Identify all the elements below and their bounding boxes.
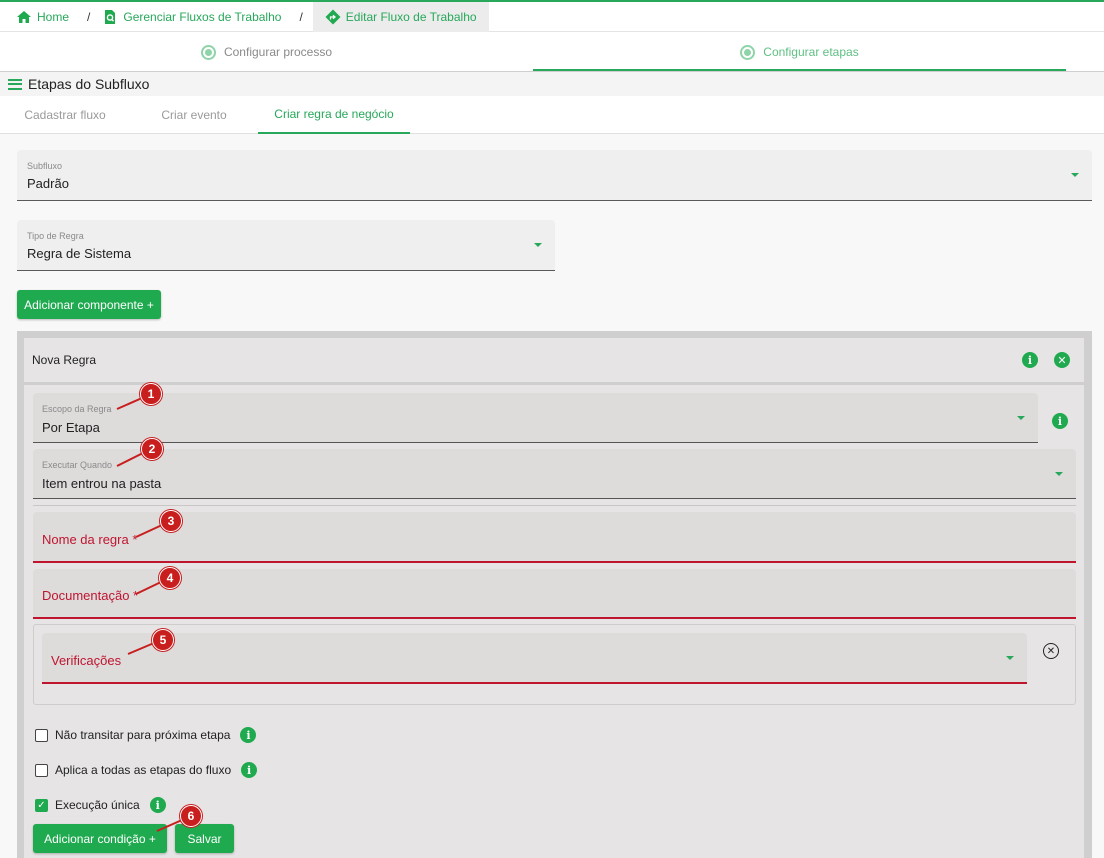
chevron-down-icon (1055, 472, 1063, 476)
verifications-placeholder: Verificações (51, 653, 122, 668)
divider (33, 505, 1076, 506)
breadcrumb-home-label: Home (37, 9, 70, 24)
save-button[interactable]: Salvar (175, 824, 234, 853)
info-icon[interactable]: i (1022, 352, 1038, 368)
annotation-marker: 1 (140, 383, 162, 405)
checkbox-checked-icon[interactable]: ✓ (35, 798, 48, 812)
annotation-marker: 6 (180, 805, 202, 827)
chevron-down-icon (534, 243, 542, 247)
step-configure-process[interactable]: Configurar processo (0, 32, 533, 72)
breadcrumb-edit-workflow[interactable]: Editar Fluxo de Trabalho (312, 1, 489, 32)
tab-create-business-rule[interactable]: Criar regra de negócio (258, 96, 410, 134)
step-label: Configurar etapas (763, 45, 859, 59)
rule-type-label: Tipo de Regra (27, 231, 84, 241)
execute-when-label: Executar Quando (42, 460, 113, 470)
checkbox-no-transition[interactable]: Não transitar para próxima etapa i (35, 727, 257, 743)
breadcrumb-edit-workflow-label: Editar Fluxo de Trabalho (345, 9, 477, 24)
rule-panel-header: Nova Regra (24, 338, 1084, 382)
search-doc-icon (105, 9, 116, 24)
chevron-down-icon (1071, 173, 1079, 177)
info-icon[interactable]: i (240, 727, 257, 743)
info-icon[interactable]: i (1052, 413, 1068, 429)
annotation-marker: 2 (141, 438, 163, 460)
subflow-value: Padrão (27, 176, 69, 191)
subflow-select[interactable]: Subfluxo Padrão (17, 150, 1092, 201)
checkbox-apply-all-stages[interactable]: Aplica a todas as etapas do fluxo i (35, 762, 258, 778)
checkbox-label: Aplica a todas as etapas do fluxo (55, 763, 232, 777)
rule-title: Nova Regra (32, 353, 97, 367)
breadcrumb-manage-workflows-label: Gerenciar Fluxos de Trabalho (123, 9, 282, 24)
breadcrumb: Home / Gerenciar Fluxos de Trabalho / Ed… (0, 1, 1104, 32)
execute-when-select[interactable]: Executar Quando Item entrou na pasta (33, 449, 1076, 499)
verifications-select[interactable]: Verificações (42, 633, 1027, 684)
tab-bar: Cadastrar fluxo Criar evento Criar regra… (0, 96, 1104, 134)
chevron-down-icon (1017, 416, 1025, 420)
route-icon (325, 9, 341, 24)
step-label: Configurar processo (223, 45, 333, 59)
section-title: Etapas do Subfluxo (28, 76, 150, 92)
breadcrumb-manage-workflows[interactable]: Gerenciar Fluxos de Trabalho (100, 2, 289, 32)
checkbox-label: Execução única (55, 798, 140, 812)
rule-type-value: Regra de Sistema (27, 246, 132, 261)
home-icon (17, 10, 31, 23)
info-icon[interactable]: i (149, 797, 166, 813)
annotation-marker: 3 (160, 510, 182, 532)
rule-scope-select[interactable]: Escopo da Regra Por Etapa (33, 393, 1038, 443)
checkbox-single-execution[interactable]: ✓ Execução única i (35, 797, 166, 813)
rule-scope-label: Escopo da Regra (42, 404, 112, 414)
breadcrumb-separator: / (87, 9, 91, 24)
breadcrumb-home[interactable]: Home (14, 2, 77, 32)
add-component-button[interactable]: Adicionar componente + (17, 290, 161, 319)
annotation-marker: 5 (152, 629, 174, 651)
close-rule-icon[interactable]: ✕ (1054, 352, 1070, 368)
remove-verification-icon[interactable]: ✕ (1043, 643, 1059, 659)
step-radio-icon (200, 44, 216, 60)
active-step-indicator (533, 69, 1066, 71)
step-radio-icon (740, 44, 756, 60)
documentation-input[interactable]: Documentação * (33, 569, 1076, 619)
execute-when-value: Item entrou na pasta (42, 476, 162, 491)
add-condition-button[interactable]: Adicionar condição + (33, 824, 167, 853)
menu-icon[interactable] (8, 78, 22, 90)
section-header: Etapas do Subfluxo (0, 72, 1104, 96)
documentation-placeholder: Documentação * (42, 588, 139, 603)
annotation-marker: 4 (159, 567, 181, 589)
rule-type-select[interactable]: Tipo de Regra Regra de Sistema (17, 220, 555, 271)
tab-create-event[interactable]: Criar evento (130, 96, 258, 134)
checkbox-icon[interactable] (35, 728, 48, 742)
subflow-label: Subfluxo (27, 161, 63, 171)
stepper: Configurar processo Configurar etapas (0, 32, 1104, 72)
checkbox-icon[interactable] (35, 763, 48, 777)
breadcrumb-separator: / (299, 9, 303, 24)
rule-scope-value: Por Etapa (42, 420, 100, 435)
info-icon[interactable]: i (241, 762, 258, 778)
rule-name-placeholder: Nome da regra * (42, 532, 138, 547)
step-configure-stages[interactable]: Configurar etapas (533, 32, 1066, 72)
rule-name-input[interactable]: Nome da regra * (33, 512, 1076, 563)
chevron-down-icon (1006, 656, 1014, 660)
checkbox-label: Não transitar para próxima etapa (55, 728, 231, 742)
tab-register-flow[interactable]: Cadastrar fluxo (0, 96, 130, 134)
